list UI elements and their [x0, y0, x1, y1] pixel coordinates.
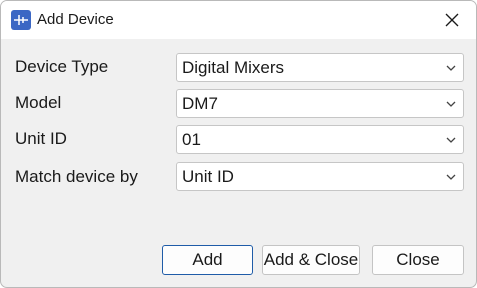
add-button[interactable]: Add — [162, 245, 253, 275]
model-value: DM7 — [182, 94, 218, 113]
window-title: Add Device — [37, 11, 114, 28]
chevron-down-icon — [446, 101, 456, 107]
match-by-value: Unit ID — [182, 167, 234, 186]
chevron-down-icon — [446, 65, 456, 71]
close-icon[interactable] — [438, 6, 466, 34]
chevron-down-icon — [446, 174, 456, 180]
unit-id-select[interactable]: 01 — [176, 125, 464, 154]
title-bar: Add Device — [1, 1, 476, 39]
match-by-select[interactable]: Unit ID — [176, 162, 464, 191]
chevron-down-icon — [446, 137, 456, 143]
unit-id-value: 01 — [182, 130, 201, 149]
unit-id-label: Unit ID — [15, 129, 67, 148]
device-type-select[interactable]: Digital Mixers — [176, 53, 464, 82]
match-by-label: Match device by — [15, 167, 138, 186]
add-and-close-button[interactable]: Add & Close — [262, 245, 360, 275]
model-label: Model — [15, 93, 62, 112]
add-device-dialog: Add Device Device Type Digital Mixers Mo… — [0, 0, 477, 288]
device-type-label: Device Type — [15, 57, 109, 76]
close-button[interactable]: Close — [372, 245, 464, 275]
model-select[interactable]: DM7 — [176, 89, 464, 118]
device-type-value: Digital Mixers — [182, 58, 285, 77]
app-icon — [11, 10, 31, 30]
